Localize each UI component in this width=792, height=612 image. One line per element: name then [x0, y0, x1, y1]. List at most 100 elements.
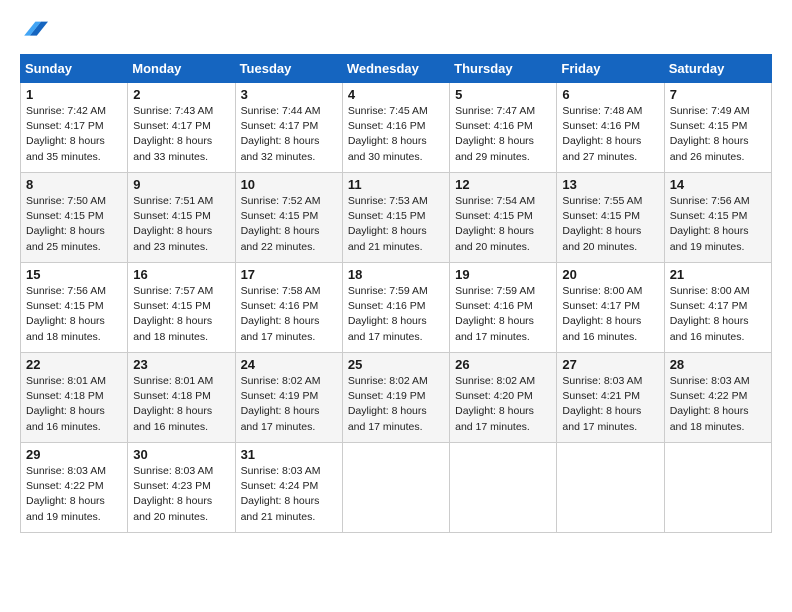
- day-number: 30: [133, 447, 229, 462]
- day-number: 12: [455, 177, 551, 192]
- calendar-week-row: 29 Sunrise: 8:03 AMSunset: 4:22 PMDayligh…: [21, 443, 772, 533]
- day-info: Sunrise: 8:03 AMSunset: 4:22 PMDaylight:…: [26, 464, 122, 525]
- weekday-header-cell: Sunday: [21, 55, 128, 83]
- calendar-day-cell: 11 Sunrise: 7:53 AMSunset: 4:15 PMDayligh…: [342, 173, 449, 263]
- calendar-day-cell: 9 Sunrise: 7:51 AMSunset: 4:15 PMDaylight…: [128, 173, 235, 263]
- day-number: 13: [562, 177, 658, 192]
- calendar-day-cell: 12 Sunrise: 7:54 AMSunset: 4:15 PMDayligh…: [450, 173, 557, 263]
- day-info: Sunrise: 7:56 AMSunset: 4:15 PMDaylight:…: [26, 284, 122, 345]
- day-info: Sunrise: 7:55 AMSunset: 4:15 PMDaylight:…: [562, 194, 658, 255]
- day-number: 9: [133, 177, 229, 192]
- day-info: Sunrise: 8:02 AMSunset: 4:19 PMDaylight:…: [348, 374, 444, 435]
- day-info: Sunrise: 7:51 AMSunset: 4:15 PMDaylight:…: [133, 194, 229, 255]
- calendar-day-cell: 17 Sunrise: 7:58 AMSunset: 4:16 PMDayligh…: [235, 263, 342, 353]
- day-number: 15: [26, 267, 122, 282]
- day-number: 26: [455, 357, 551, 372]
- weekday-header-row: SundayMondayTuesdayWednesdayThursdayFrid…: [21, 55, 772, 83]
- day-number: 8: [26, 177, 122, 192]
- calendar-day-cell: 5Sunrise: 7:47 AMSunset: 4:16 PMDaylight…: [450, 83, 557, 173]
- day-number: 28: [670, 357, 766, 372]
- day-number: 23: [133, 357, 229, 372]
- day-number: 31: [241, 447, 337, 462]
- day-info: Sunrise: 8:00 AMSunset: 4:17 PMDaylight:…: [670, 284, 766, 345]
- day-number: 2: [133, 87, 229, 102]
- day-info: Sunrise: 7:45 AMSunset: 4:16 PMDaylight:…: [348, 104, 444, 165]
- calendar-day-cell: 28 Sunrise: 8:03 AMSunset: 4:22 PMDayligh…: [664, 353, 771, 443]
- day-info: Sunrise: 7:54 AMSunset: 4:15 PMDaylight:…: [455, 194, 551, 255]
- day-info: Sunrise: 8:03 AMSunset: 4:21 PMDaylight:…: [562, 374, 658, 435]
- day-number: 24: [241, 357, 337, 372]
- calendar-day-cell: 27 Sunrise: 8:03 AMSunset: 4:21 PMDayligh…: [557, 353, 664, 443]
- calendar-day-cell: 4 Sunrise: 7:45 AMSunset: 4:16 PMDaylight…: [342, 83, 449, 173]
- calendar-table: SundayMondayTuesdayWednesdayThursdayFrid…: [20, 54, 772, 533]
- day-number: 27: [562, 357, 658, 372]
- day-info: Sunrise: 8:03 AMSunset: 4:23 PMDaylight:…: [133, 464, 229, 525]
- day-number: 18: [348, 267, 444, 282]
- calendar-day-cell: 19Sunrise: 7:59 AMSunset: 4:16 PMDayligh…: [450, 263, 557, 353]
- calendar-day-cell: 21 Sunrise: 8:00 AMSunset: 4:17 PMDayligh…: [664, 263, 771, 353]
- calendar-body: 1 Sunrise: 7:42 AMSunset: 4:17 PMDaylight…: [21, 83, 772, 533]
- day-info: Sunrise: 8:02 AMSunset: 4:20 PMDaylight:…: [455, 374, 551, 435]
- logo-icon: [20, 16, 48, 44]
- day-info: Sunrise: 7:59 AMSunset: 4:16 PMDaylight:…: [455, 284, 551, 345]
- calendar-day-cell: 23Sunrise: 8:01 AMSunset: 4:18 PMDayligh…: [128, 353, 235, 443]
- day-info: Sunrise: 8:03 AMSunset: 4:22 PMDaylight:…: [670, 374, 766, 435]
- calendar-day-cell: 3 Sunrise: 7:44 AMSunset: 4:17 PMDaylight…: [235, 83, 342, 173]
- day-info: Sunrise: 7:58 AMSunset: 4:16 PMDaylight:…: [241, 284, 337, 345]
- day-number: 17: [241, 267, 337, 282]
- calendar-day-cell: 31 Sunrise: 8:03 AMSunset: 4:24 PMDayligh…: [235, 443, 342, 533]
- calendar-week-row: 1 Sunrise: 7:42 AMSunset: 4:17 PMDaylight…: [21, 83, 772, 173]
- day-info: Sunrise: 7:42 AMSunset: 4:17 PMDaylight:…: [26, 104, 122, 165]
- page: SundayMondayTuesdayWednesdayThursdayFrid…: [0, 0, 792, 549]
- day-info: Sunrise: 7:49 AMSunset: 4:15 PMDaylight:…: [670, 104, 766, 165]
- day-info: Sunrise: 8:02 AMSunset: 4:19 PMDaylight:…: [241, 374, 337, 435]
- calendar-day-cell: 8Sunrise: 7:50 AMSunset: 4:15 PMDaylight…: [21, 173, 128, 263]
- day-info: Sunrise: 7:56 AMSunset: 4:15 PMDaylight:…: [670, 194, 766, 255]
- calendar-week-row: 8Sunrise: 7:50 AMSunset: 4:15 PMDaylight…: [21, 173, 772, 263]
- weekday-header-cell: Friday: [557, 55, 664, 83]
- calendar-day-cell: 1 Sunrise: 7:42 AMSunset: 4:17 PMDaylight…: [21, 83, 128, 173]
- day-number: 22: [26, 357, 122, 372]
- day-info: Sunrise: 7:53 AMSunset: 4:15 PMDaylight:…: [348, 194, 444, 255]
- weekday-header-cell: Tuesday: [235, 55, 342, 83]
- day-info: Sunrise: 7:48 AMSunset: 4:16 PMDaylight:…: [562, 104, 658, 165]
- day-number: 6: [562, 87, 658, 102]
- day-info: Sunrise: 7:43 AMSunset: 4:17 PMDaylight:…: [133, 104, 229, 165]
- day-info: Sunrise: 8:00 AMSunset: 4:17 PMDaylight:…: [562, 284, 658, 345]
- header: [20, 16, 772, 44]
- calendar-day-cell: 20 Sunrise: 8:00 AMSunset: 4:17 PMDayligh…: [557, 263, 664, 353]
- calendar-day-cell: 18Sunrise: 7:59 AMSunset: 4:16 PMDayligh…: [342, 263, 449, 353]
- calendar-day-cell: [342, 443, 449, 533]
- calendar-week-row: 15 Sunrise: 7:56 AMSunset: 4:15 PMDayligh…: [21, 263, 772, 353]
- day-info: Sunrise: 7:47 AMSunset: 4:16 PMDaylight:…: [455, 104, 551, 165]
- day-number: 14: [670, 177, 766, 192]
- day-number: 1: [26, 87, 122, 102]
- calendar-day-cell: [557, 443, 664, 533]
- calendar-day-cell: 14 Sunrise: 7:56 AMSunset: 4:15 PMDayligh…: [664, 173, 771, 263]
- calendar-day-cell: 29 Sunrise: 8:03 AMSunset: 4:22 PMDayligh…: [21, 443, 128, 533]
- day-number: 3: [241, 87, 337, 102]
- day-info: Sunrise: 7:57 AMSunset: 4:15 PMDaylight:…: [133, 284, 229, 345]
- day-number: 29: [26, 447, 122, 462]
- calendar-day-cell: [450, 443, 557, 533]
- calendar-week-row: 22 Sunrise: 8:01 AMSunset: 4:18 PMDayligh…: [21, 353, 772, 443]
- calendar-day-cell: 13 Sunrise: 7:55 AMSunset: 4:15 PMDayligh…: [557, 173, 664, 263]
- day-info: Sunrise: 7:52 AMSunset: 4:15 PMDaylight:…: [241, 194, 337, 255]
- day-info: Sunrise: 8:03 AMSunset: 4:24 PMDaylight:…: [241, 464, 337, 525]
- calendar-day-cell: 7 Sunrise: 7:49 AMSunset: 4:15 PMDaylight…: [664, 83, 771, 173]
- weekday-header-cell: Saturday: [664, 55, 771, 83]
- day-number: 20: [562, 267, 658, 282]
- day-number: 11: [348, 177, 444, 192]
- day-number: 4: [348, 87, 444, 102]
- calendar-day-cell: 25 Sunrise: 8:02 AMSunset: 4:19 PMDayligh…: [342, 353, 449, 443]
- day-info: Sunrise: 7:44 AMSunset: 4:17 PMDaylight:…: [241, 104, 337, 165]
- weekday-header-cell: Wednesday: [342, 55, 449, 83]
- day-info: Sunrise: 8:01 AMSunset: 4:18 PMDaylight:…: [26, 374, 122, 435]
- day-number: 7: [670, 87, 766, 102]
- day-number: 16: [133, 267, 229, 282]
- weekday-header-cell: Monday: [128, 55, 235, 83]
- day-number: 21: [670, 267, 766, 282]
- calendar-day-cell: 30 Sunrise: 8:03 AMSunset: 4:23 PMDayligh…: [128, 443, 235, 533]
- day-number: 25: [348, 357, 444, 372]
- calendar-day-cell: 15 Sunrise: 7:56 AMSunset: 4:15 PMDayligh…: [21, 263, 128, 353]
